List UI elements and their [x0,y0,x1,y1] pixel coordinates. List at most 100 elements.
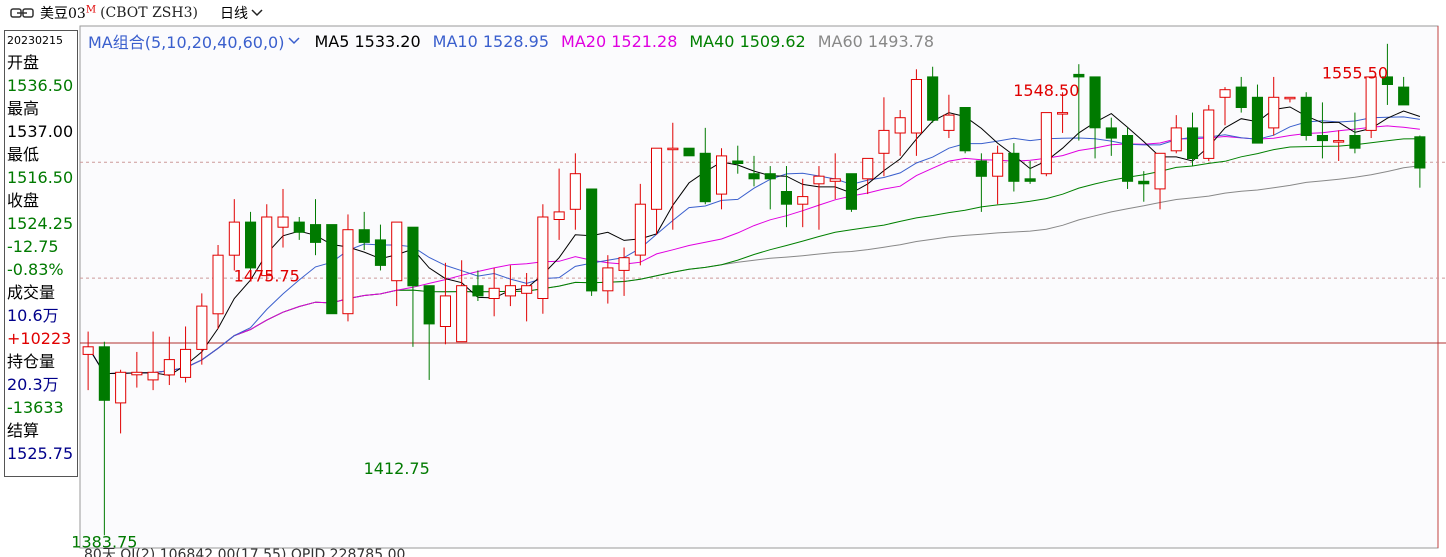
high-value: 1537.00 [7,122,74,141]
candle-body-26 [504,285,516,297]
candle-body-16 [342,229,354,315]
open-interest-label: 持仓量 [7,352,56,371]
candle-body-23 [456,285,468,343]
settle-label: 结算 [7,421,40,440]
candle-body-60 [1057,112,1069,115]
candle-body-52 [927,76,939,121]
change-value: -12.75 [7,237,59,256]
candle-body-22 [439,295,451,327]
candle-body-38 [699,152,711,203]
candle-body-28 [537,216,549,299]
candle-body-24 [472,285,484,297]
candle-body-40 [732,160,744,164]
extreme-label-1: 1412.75 [364,459,430,478]
candle-body-57 [1008,152,1020,182]
candle-body-59 [1040,112,1052,175]
candle-body-45 [813,175,825,185]
candle-body-81 [1398,86,1410,106]
candle-body-53 [943,114,955,131]
candle-body-63 [1105,127,1117,139]
sub-indicator-text: 80天 OI(2) 106842.00(17.55) OPID 228785.0… [84,548,406,557]
quote-info-panel: 20230215 开盘 1536.50 最高 1537.00 最低 1516.5… [4,30,78,477]
ma5-legend: MA5 1533.20 [314,31,421,51]
ma40-legend: MA40 1509.62 [689,31,806,51]
candle-body-50 [894,117,906,134]
candle-body-43 [780,191,793,205]
candle-body-41 [748,173,760,180]
candle-body-42 [764,173,776,180]
candle-body-55 [975,160,987,177]
candle-body-33 [618,257,630,271]
candle-body-6 [180,348,192,378]
candle-body-19 [391,221,403,282]
candle-body-56 [992,152,1004,177]
candle-body-48 [862,157,874,180]
candle-body-35 [651,147,663,210]
candle-body-51 [910,79,923,134]
candle-body-20 [407,226,419,287]
candle-body-70 [1219,89,1231,98]
candle-body-32 [602,267,614,292]
candle-body-29 [553,211,565,220]
candle-body-44 [797,196,809,205]
candle-body-68 [1187,127,1199,160]
candle-body-61 [1073,73,1085,78]
candle-body-37 [683,147,695,157]
candle-body-76 [1316,135,1329,142]
candle-body-49 [878,129,890,154]
candlestick-chart[interactable]: 1475.751412.751548.501555.501383.75 [0,0,1446,557]
extreme-label-3: 1555.50 [1322,63,1388,82]
candle-body-75 [1300,96,1312,137]
close-label: 收盘 [7,191,40,210]
candle-body-15 [326,224,338,315]
candle-body-4 [147,371,159,381]
candle-body-25 [488,287,500,299]
candle-body-74 [1284,96,1296,100]
candle-body-69 [1203,109,1215,159]
candle-body-73 [1268,96,1280,129]
candle-body-2 [115,371,127,404]
candle-body-27 [521,285,533,294]
candle-body-72 [1251,96,1264,144]
low-value: 1516.50 [7,168,74,187]
candle-body-30 [569,173,581,210]
candle-body-82 [1414,136,1426,169]
sub-indicator-bar: 80天 OI(2) 106842.00(17.55) OPID 228785.0… [84,548,405,557]
open-label: 开盘 [7,53,40,72]
candle-body-64 [1122,135,1134,182]
ma10-legend: MA10 1528.95 [432,31,550,51]
candle-body-78 [1349,135,1361,149]
open-interest-change: -13633 [7,398,64,417]
volume-value: 10.6万 [7,306,59,325]
settle-value: 1525.75 [7,444,74,463]
candle-body-13 [293,221,305,233]
candle-body-3 [131,371,143,376]
candle-body-7 [196,305,208,350]
ma20-legend: MA20 1521.28 [561,31,678,51]
candle-body-36 [667,147,679,151]
candle-body-39 [716,155,728,195]
candle-body-10 [245,221,257,269]
candle-body-66 [1154,152,1166,190]
candle-body-47 [845,173,858,210]
candle-body-17 [358,229,370,243]
candle-body-46 [829,178,841,182]
plot-area [79,25,1439,549]
candle-body-1 [98,346,110,401]
candle-body-71 [1235,86,1247,108]
volume-change-value: +10223 [7,329,72,348]
ma60-legend: MA60 1493.78 [817,31,935,51]
close-value: 1524.25 [7,214,74,233]
extreme-label-2: 1548.50 [1013,81,1079,100]
candle-body-18 [374,239,386,266]
chevron-down-icon[interactable] [288,36,300,46]
candle-body-54 [959,107,971,152]
candle-body-31 [586,188,598,292]
open-interest-value: 20.3万 [7,375,59,394]
candle-body-67 [1170,127,1182,152]
candle-body-62 [1089,76,1101,129]
ma-group-selector[interactable]: MA组合(5,10,20,40,60,0) [88,29,284,53]
candle-body-9 [228,221,240,256]
candle-body-8 [212,254,224,315]
candle-body-34 [634,203,646,256]
